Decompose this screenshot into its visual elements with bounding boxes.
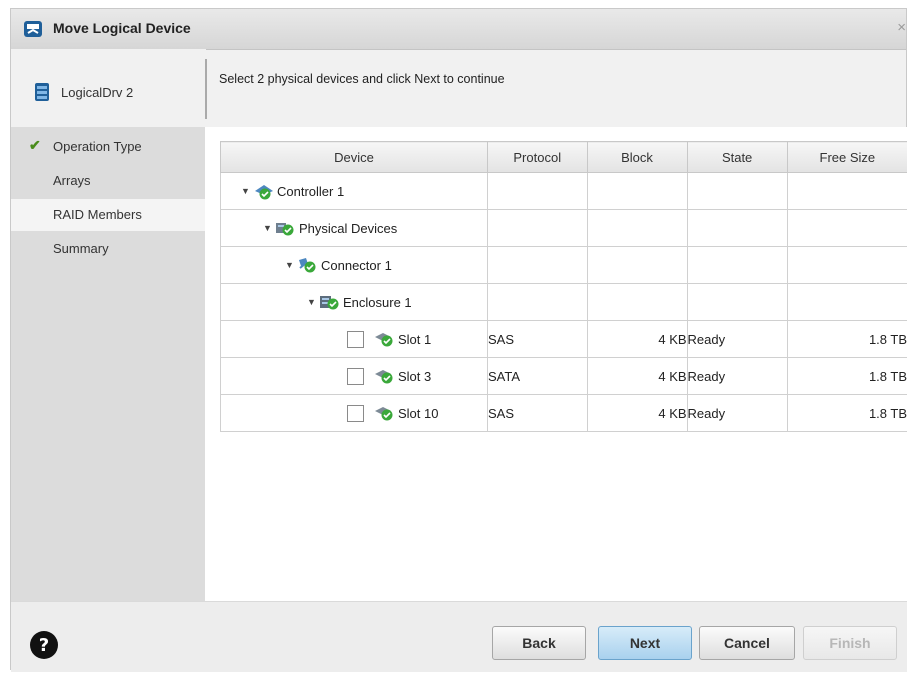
logical-drive-icon [35,83,49,101]
content-panel: Device Protocol Block State Free Size ▼ [205,127,907,601]
cancel-button[interactable]: Cancel [699,626,795,660]
column-header-free-size[interactable]: Free Size [786,141,907,173]
state-cell: Ready [686,394,788,432]
title-bar: Move Logical Device × [11,9,906,50]
step-label: Arrays [53,173,91,188]
logical-device-name: LogicalDrv 2 [61,85,134,100]
back-button[interactable]: Back [492,626,586,660]
enclosure-icon [320,296,339,310]
column-header-protocol[interactable]: Protocol [486,141,588,173]
dialog-title: Move Logical Device [53,20,191,36]
device-label: Slot 3 [398,368,432,384]
device-label: Connector 1 [321,257,392,273]
block-cell: 4 KB [586,394,688,432]
step-summary[interactable]: Summary [11,233,205,265]
device-label: Controller 1 [277,183,345,199]
table-row[interactable]: ▼ Connector 1 [220,246,907,284]
move-logical-device-dialog: Move Logical Device × LogicalDrv 2 Selec… [10,8,907,672]
device-label: Slot 1 [398,331,432,347]
protocol-cell: SAS [486,320,588,358]
checkmark-icon: ✔ [29,137,41,153]
column-header-state[interactable]: State [686,141,788,173]
protocol-cell: SATA [486,357,588,395]
table-row[interactable]: Slot 10 SAS 4 KB Ready 1.8 TB [220,394,907,432]
free-size-cell: 1.8 TB [786,357,907,395]
expand-arrow-icon[interactable]: ▼ [263,223,275,233]
protocol-cell: SAS [486,394,588,432]
close-icon[interactable]: × [897,19,906,36]
device-table: Device Protocol Block State Free Size ▼ [220,141,907,432]
finish-button[interactable]: Finish [803,626,897,660]
table-row[interactable]: Slot 1 SAS 4 KB Ready 1.8 TB [220,320,907,358]
physical-devices-icon [276,223,294,236]
device-label: Slot 10 [398,405,439,421]
table-header-row: Device Protocol Block State Free Size [220,141,907,173]
step-label: Operation Type [53,139,142,154]
svg-text:?: ? [39,635,49,656]
free-size-cell: 1.8 TB [786,394,907,432]
table-row[interactable]: ▼ Controller 1 [220,172,907,210]
step-operation-type[interactable]: ✔ Operation Type [11,131,205,163]
move-device-icon [24,21,42,37]
slot-checkbox[interactable] [347,404,364,422]
controller-icon [255,185,273,200]
step-arrays[interactable]: Arrays [11,165,205,197]
expand-arrow-icon[interactable]: ▼ [285,260,297,270]
device-label: Enclosure 1 [343,294,412,310]
drive-icon [375,407,393,421]
header-divider [205,59,207,119]
drive-icon [375,370,393,384]
column-header-block[interactable]: Block [586,141,688,173]
next-button[interactable]: Next [598,626,692,660]
dialog-footer: ? Back Next Cancel Finish [11,601,907,672]
table-row[interactable]: ▼ Enclosure 1 [220,283,907,321]
device-label: Physical Devices [299,220,398,236]
block-cell: 4 KB [586,320,688,358]
expand-arrow-icon[interactable]: ▼ [307,297,319,307]
table-row[interactable]: ▼ Physical Devices [220,209,907,247]
wizard-steps-sidebar: ✔ Operation Type Arrays RAID Members Sum… [11,127,205,601]
device-header: LogicalDrv 2 [11,49,206,131]
drive-icon [375,333,393,347]
slot-checkbox[interactable] [347,330,364,348]
state-cell: Ready [686,320,788,358]
connector-icon [299,258,316,273]
table-row[interactable]: Slot 3 SATA 4 KB Ready 1.8 TB [220,357,907,395]
help-icon[interactable]: ? [29,630,59,660]
free-size-cell: 1.8 TB [786,320,907,358]
column-header-device[interactable]: Device [220,141,488,173]
step-raid-members[interactable]: RAID Members [11,199,205,231]
expand-arrow-icon[interactable]: ▼ [241,186,253,196]
block-cell: 4 KB [586,357,688,395]
step-label: Summary [53,241,109,256]
instruction-text: Select 2 physical devices and click Next… [219,72,505,86]
step-label: RAID Members [53,207,142,222]
state-cell: Ready [686,357,788,395]
slot-checkbox[interactable] [347,367,364,385]
